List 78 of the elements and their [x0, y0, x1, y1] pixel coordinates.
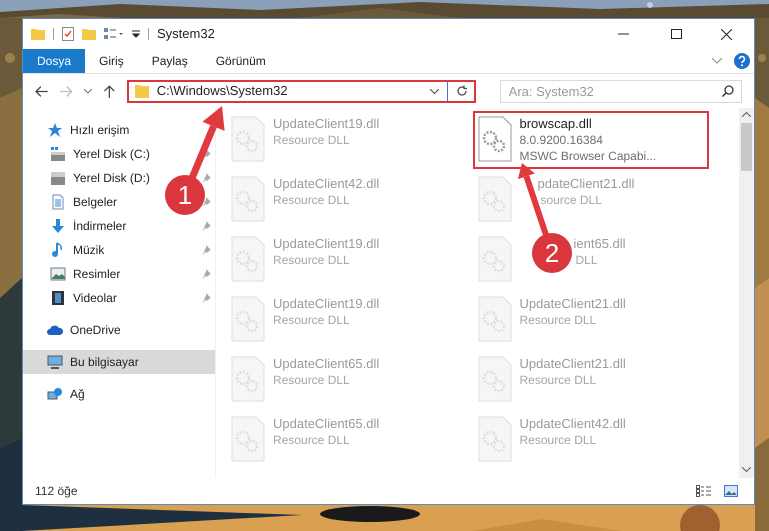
dll-file-icon: [478, 416, 512, 462]
drive-icon: [50, 170, 66, 186]
file-type: MSWC Browser Capabi...: [520, 148, 658, 164]
dll-file-icon: [478, 116, 512, 162]
maximize-icon[interactable]: [671, 29, 682, 39]
dll-file-icon: [231, 416, 265, 462]
details-view-icon[interactable]: [696, 485, 712, 497]
scrollbar[interactable]: [739, 108, 754, 478]
star-icon: [47, 122, 63, 138]
file-type: source DLL: [540, 192, 602, 208]
file-type: Resource DLL: [520, 312, 596, 328]
ribbon-tab[interactable]: Görünüm: [202, 49, 280, 73]
dll-file-icon: [478, 236, 512, 282]
image-icon: [50, 266, 66, 282]
sidebar-item[interactable]: Hızlı erişim: [23, 118, 138, 142]
sidebar-item[interactable]: OneDrive: [23, 318, 129, 342]
sidebar-item[interactable]: Videolar: [23, 286, 125, 310]
dll-file-icon: [478, 356, 512, 402]
chevron-down-icon[interactable]: [84, 88, 92, 94]
folder-icon: [134, 84, 149, 98]
window-title: System32: [157, 25, 215, 44]
document-icon: [50, 194, 66, 210]
back-arrow-icon[interactable]: [35, 86, 48, 96]
network-icon: [47, 386, 63, 402]
computer-icon: [47, 354, 63, 370]
ribbon-tab[interactable]: Giriş: [85, 49, 138, 73]
dll-file-icon: [231, 236, 265, 282]
sidebar-item[interactable]: Belgeler: [23, 190, 126, 214]
download-icon: [50, 218, 66, 234]
dropdown-icon[interactable]: [132, 30, 140, 38]
tiles-view-icon[interactable]: [724, 485, 738, 497]
file-name[interactable]: browscap.dll: [520, 116, 592, 132]
refresh-icon[interactable]: [456, 85, 468, 97]
sidebar-item[interactable]: Ağ: [23, 382, 93, 406]
dll-file-icon: [231, 116, 265, 162]
step-marker: 1: [165, 175, 205, 215]
sidebar-item[interactable]: Müzik: [23, 238, 112, 262]
chevron-down-icon[interactable]: [430, 88, 439, 94]
pin-icon[interactable]: [201, 197, 211, 207]
sidebar-item[interactable]: Resimler: [23, 262, 128, 286]
dll-file-icon: [231, 296, 265, 342]
file-type: Resource DLL: [273, 132, 350, 148]
sidebar-item[interactable]: Yerel Disk (D:): [23, 166, 158, 190]
address-bar[interactable]: C:\Windows\System32: [126, 80, 476, 102]
up-arrow-icon[interactable]: [104, 84, 115, 98]
ribbon-tab[interactable]: Dosya: [23, 49, 86, 73]
scroll-down-icon[interactable]: [742, 467, 751, 472]
film-icon: [50, 290, 66, 306]
selection-frame[interactable]: browscap.dll 8.0.9200.16384 MSWC Browser Capabi...: [472, 111, 709, 169]
sidebar-item[interactable]: İndirmeler: [23, 214, 134, 238]
dll-file-icon: [478, 176, 512, 222]
file-type: Resource DLL: [273, 432, 350, 448]
dll-file-icon: [231, 176, 265, 222]
file-type: Resource DLL: [273, 312, 350, 328]
sidebar-item[interactable]: Bu bilgisayar: [23, 350, 215, 374]
scroll-thumb[interactable]: [741, 123, 752, 171]
ribbon-tab[interactable]: Paylaş: [138, 49, 202, 73]
view-icon[interactable]: [104, 28, 124, 40]
step-marker: 2: [532, 233, 572, 273]
item-count: 112 öğe: [35, 483, 78, 500]
search-field[interactable]: Ara: System32: [500, 80, 742, 102]
dll-file-icon: [231, 356, 265, 402]
file-type: DLL: [576, 252, 598, 268]
sidebar-item[interactable]: Yerel Disk (C:): [23, 142, 158, 166]
dll-file-icon: [478, 296, 512, 342]
address-path: C:\Windows\System32: [156, 82, 289, 100]
file-version: 8.0.9200.16384: [520, 132, 603, 148]
search-icon: [722, 84, 734, 96]
file-type: Resource DLL: [273, 192, 350, 208]
file-type: Resource DLL: [520, 432, 596, 448]
help-icon[interactable]: [734, 53, 750, 69]
drive-icon: [50, 146, 66, 162]
properties-icon[interactable]: [62, 27, 74, 41]
file-type: Resource DLL: [520, 372, 596, 388]
file-type: Resource DLL: [273, 372, 350, 388]
scroll-up-icon[interactable]: [742, 112, 751, 117]
file-type: Resource DLL: [273, 252, 350, 268]
close-icon[interactable]: [721, 28, 732, 40]
